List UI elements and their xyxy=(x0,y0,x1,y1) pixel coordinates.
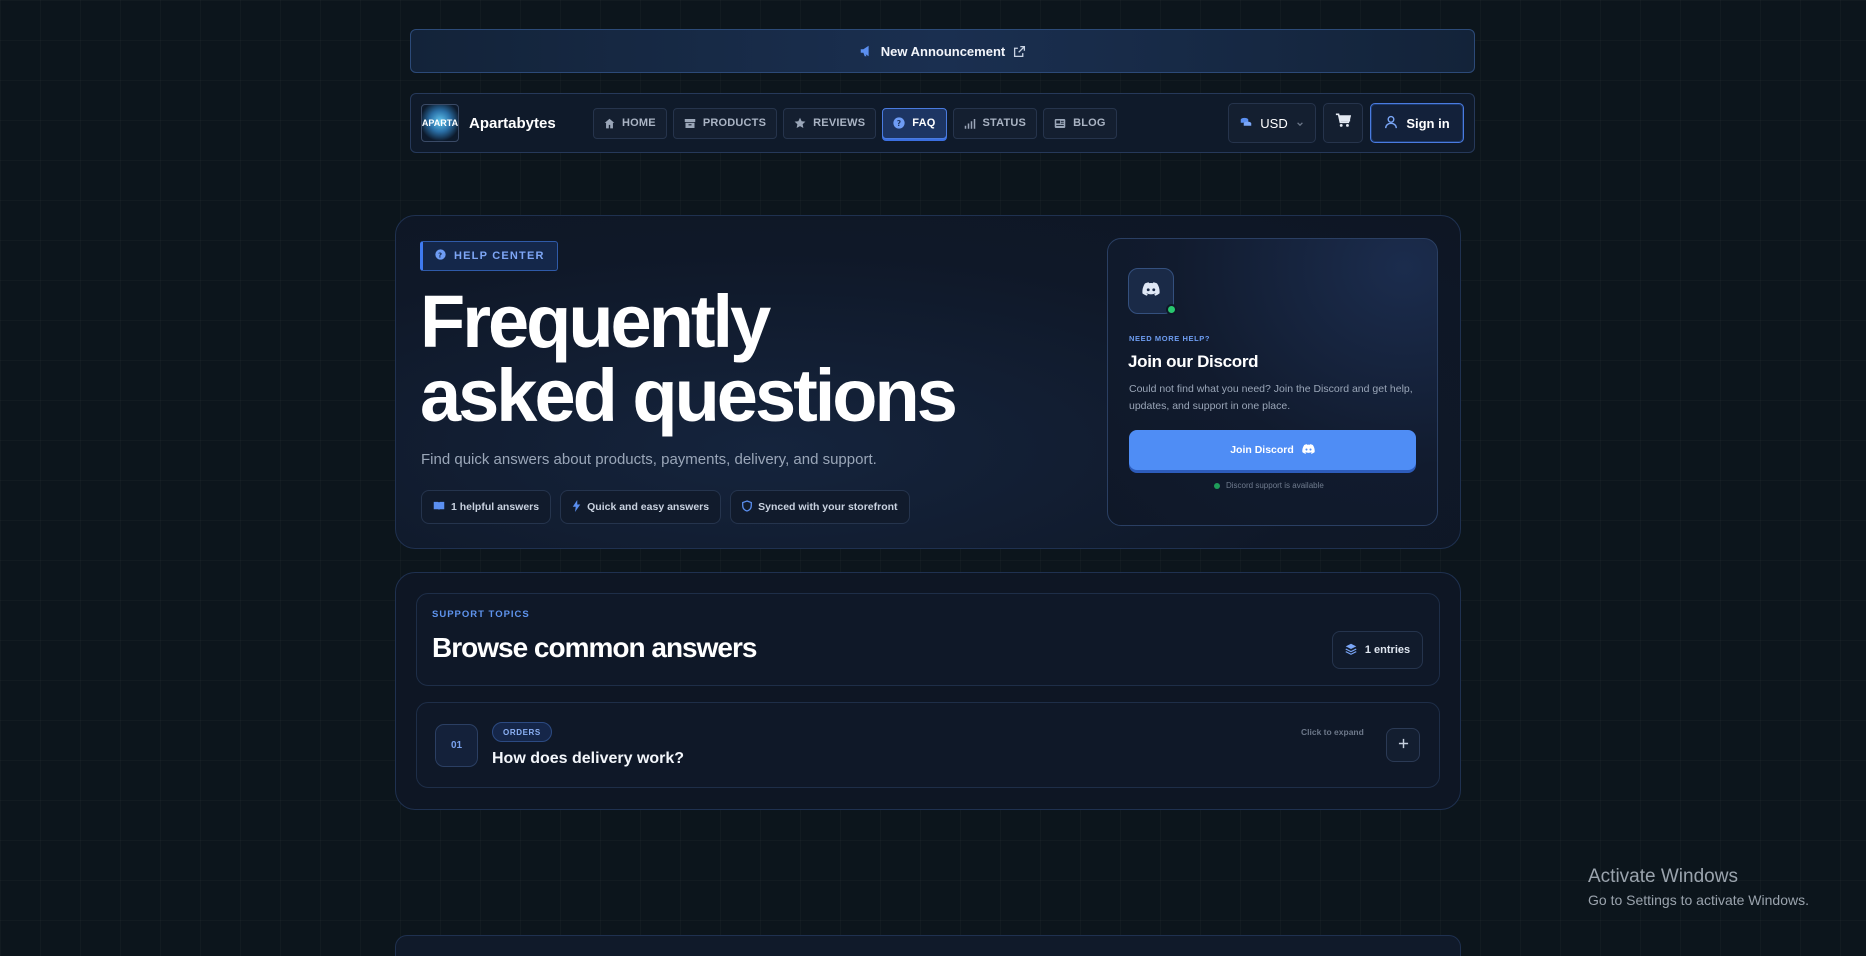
faq-item-number: 01 xyxy=(435,724,478,767)
brand-name[interactable]: Apartabytes xyxy=(469,115,579,132)
hero-subtitle: Find quick answers about products, payme… xyxy=(421,451,877,468)
join-discord-button[interactable]: Join Discord xyxy=(1129,430,1416,470)
svg-text:?: ? xyxy=(897,119,902,128)
top-navbar: APARTA Apartabytes HOME PRODUCTS REVIEWS… xyxy=(410,93,1475,153)
question-circle-icon: ? xyxy=(435,249,446,263)
faq-item-question[interactable]: How does delivery work? xyxy=(492,750,684,768)
coins-icon xyxy=(1240,116,1252,131)
nav-status[interactable]: STATUS xyxy=(952,107,1038,139)
discord-eyebrow: NEED MORE HELP? xyxy=(1129,334,1211,343)
announcement-bar[interactable]: New Announcement xyxy=(410,29,1475,73)
book-icon xyxy=(433,501,445,514)
cart-icon xyxy=(1335,113,1352,133)
bolt-icon xyxy=(572,499,581,515)
user-icon xyxy=(1384,115,1398,132)
signal-bars-icon xyxy=(964,118,976,129)
megaphone-icon xyxy=(859,44,873,58)
support-topics-title: Browse common answers xyxy=(432,632,757,663)
nav-faq[interactable]: ? FAQ xyxy=(882,107,947,139)
chip-synced-storefront: Synced with your storefront xyxy=(730,490,910,524)
newspaper-icon xyxy=(1054,118,1066,129)
availability-dot xyxy=(1214,482,1220,489)
sign-in-button[interactable]: Sign in xyxy=(1370,103,1464,143)
online-status-dot xyxy=(1166,304,1177,315)
chevron-down-icon xyxy=(1296,116,1304,131)
layers-icon xyxy=(1345,643,1357,658)
brand-logo[interactable]: APARTA xyxy=(421,104,459,142)
hero-chips: 1 helpful answers Quick and easy answers… xyxy=(421,490,910,524)
discord-icon xyxy=(1142,281,1160,301)
cart-button[interactable] xyxy=(1323,103,1363,143)
nav-home[interactable]: HOME xyxy=(593,107,667,139)
home-icon xyxy=(604,118,615,129)
chip-quick-answers: Quick and easy answers xyxy=(560,490,722,524)
faq-item[interactable] xyxy=(416,702,1440,788)
discord-title: Join our Discord xyxy=(1128,352,1259,371)
plus-icon xyxy=(1398,736,1409,754)
entries-count-badge: 1 entries xyxy=(1332,631,1423,669)
nav-actions: USD Sign in xyxy=(1228,103,1464,143)
nav-blog[interactable]: BLOG xyxy=(1043,107,1117,139)
help-center-badge: ? HELP CENTER xyxy=(420,241,558,271)
currency-selector[interactable]: USD xyxy=(1228,103,1316,143)
box-icon xyxy=(684,118,696,129)
svg-text:?: ? xyxy=(438,251,443,259)
nav-products[interactable]: PRODUCTS xyxy=(672,107,778,139)
page-title: Frequently asked questions xyxy=(420,280,958,437)
currency-value: USD xyxy=(1260,115,1288,131)
announcement-text: New Announcement xyxy=(880,43,1006,59)
shield-icon xyxy=(742,499,753,515)
nav-links: HOME PRODUCTS REVIEWS ? FAQ STATUS BLOG xyxy=(593,107,1117,139)
discord-description: Could not find what you need? Join the D… xyxy=(1129,383,1413,412)
faq-expand-hint: Click to expand xyxy=(1301,727,1364,737)
faq-expand-button[interactable] xyxy=(1386,728,1420,762)
discord-availability: Discord support is available xyxy=(1214,481,1324,490)
star-icon xyxy=(794,117,806,129)
windows-activation-watermark: Activate Windows Go to Settings to activ… xyxy=(1588,866,1809,908)
external-link-icon xyxy=(1013,45,1026,58)
support-topics-eyebrow: SUPPORT TOPICS xyxy=(432,609,530,620)
discord-icon xyxy=(1302,443,1315,457)
faq-item-tag: ORDERS xyxy=(492,722,552,742)
question-circle-icon: ? xyxy=(893,117,905,129)
chip-helpful-answers: 1 helpful answers xyxy=(421,490,552,524)
next-section-card xyxy=(395,935,1461,956)
nav-reviews[interactable]: REVIEWS xyxy=(783,107,877,139)
